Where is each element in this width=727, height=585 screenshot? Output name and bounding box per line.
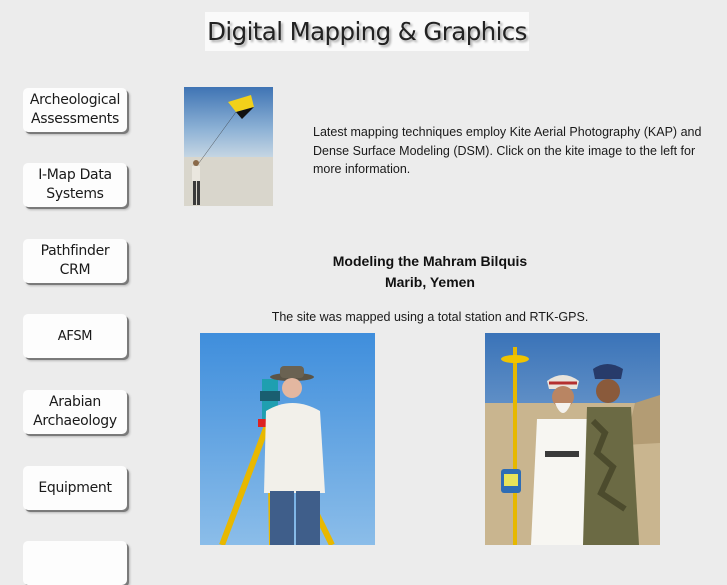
nav-label-line1: Arabian — [48, 394, 102, 410]
nav-archeological-assessments-button[interactable]: Archeological Assessments — [23, 88, 127, 132]
nav-label-line2: Assessments — [31, 111, 119, 127]
site-title: Digital Mapping & Graphics — [207, 17, 527, 46]
nav-pathfinder-crm-button[interactable]: Pathfinder CRM — [23, 239, 127, 283]
nav-label-line2: CRM — [59, 262, 91, 278]
heading-line1: Modeling the Mahram Bilquis — [332, 253, 528, 269]
nav-label-line1: I-Map Data — [38, 167, 112, 183]
nav-afsm-button[interactable]: AFSM — [23, 314, 127, 358]
nav-label-line2: Systems — [46, 186, 104, 202]
total-station-photo — [200, 333, 375, 545]
nav-label-line1: Pathfinder — [40, 243, 110, 259]
nav-label-line1: Equipment — [38, 479, 112, 496]
nav-label-line1: Archeological — [29, 92, 121, 108]
survey-caption: The site was mapped using a total statio… — [271, 310, 589, 324]
site-title-banner: Digital Mapping & Graphics — [205, 12, 529, 51]
heading-line2: Marib, Yemen — [384, 274, 475, 290]
nav-imap-data-systems-button[interactable]: I-Map Data Systems — [23, 163, 127, 207]
nav-label-line2: Archaeology — [33, 413, 117, 429]
nav-label-line1: AFSM — [57, 328, 93, 344]
nav-arabian-archaeology-button[interactable]: Arabian Archaeology — [23, 390, 127, 434]
nav-equipment-button[interactable]: Equipment — [23, 466, 127, 510]
nav-more-button[interactable] — [23, 541, 127, 585]
kite-photo — [184, 87, 273, 206]
kite-photo-link[interactable] — [184, 87, 273, 206]
section-heading: Modeling the Mahram Bilquis Marib, Yemen — [300, 251, 560, 293]
intro-text: Latest mapping techniques employ Kite Ae… — [313, 125, 702, 176]
two-men-gps-photo — [485, 333, 660, 545]
